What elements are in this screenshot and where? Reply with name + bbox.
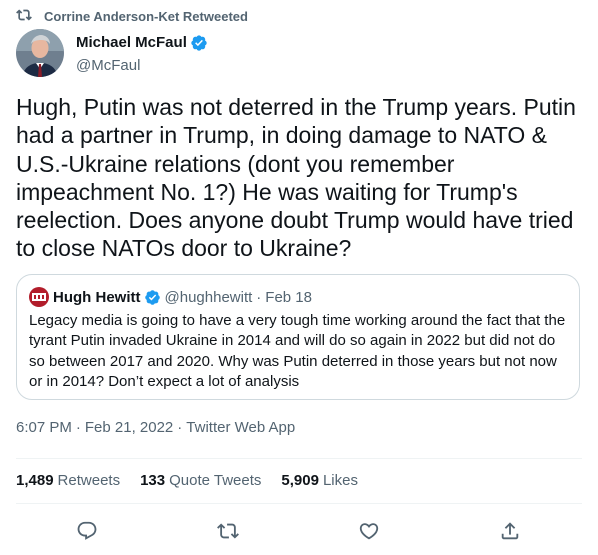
verified-badge-icon bbox=[190, 34, 208, 52]
share-icon[interactable] bbox=[495, 516, 525, 546]
separator-dot: · bbox=[256, 288, 262, 306]
quote-tweets-count: 133 bbox=[140, 472, 166, 489]
tweet-source[interactable]: Twitter Web App bbox=[186, 419, 295, 436]
retweet-icon bbox=[16, 7, 34, 25]
likes-count: 5,909 bbox=[281, 472, 319, 489]
quoted-author-handle: @hughhewitt bbox=[164, 288, 253, 306]
retweets-label: Retweets bbox=[57, 472, 121, 489]
retweeter-link[interactable]: Corrine Anderson-Ket Retweeted bbox=[44, 9, 248, 24]
verified-badge-icon bbox=[144, 289, 161, 306]
author-name[interactable]: Michael McFaul bbox=[76, 34, 187, 51]
author-handle[interactable]: @McFaul bbox=[76, 57, 208, 74]
likes-label: Likes bbox=[322, 472, 358, 489]
retweets-count: 1,489 bbox=[16, 472, 54, 489]
quoted-avatar bbox=[29, 287, 49, 307]
retweets-stat[interactable]: 1,489 Retweets bbox=[16, 472, 120, 489]
quoted-author-name: Hugh Hewitt bbox=[53, 288, 141, 306]
tweet-stats: 1,489 Retweets 133 Quote Tweets 5,909 Li… bbox=[16, 472, 378, 489]
quoted-date: Feb 18 bbox=[265, 288, 312, 306]
reply-icon[interactable] bbox=[72, 516, 102, 546]
quote-tweets-label: Quote Tweets bbox=[169, 472, 262, 489]
separator-dot: · bbox=[75, 419, 81, 436]
quoted-tweet[interactable]: Hugh Hewitt @hughhewitt · Feb 18 Legacy … bbox=[16, 274, 580, 400]
retweet-icon[interactable] bbox=[213, 516, 243, 546]
tweet-actions bbox=[16, 516, 582, 546]
tweet-date[interactable]: Feb 21, 2022 bbox=[85, 419, 173, 436]
tweet-time[interactable]: 6:07 PM bbox=[16, 419, 72, 436]
avatar[interactable] bbox=[16, 29, 64, 77]
separator-dot: · bbox=[177, 419, 183, 436]
tweet-meta: 6:07 PM · Feb 21, 2022 · Twitter Web App bbox=[16, 419, 295, 436]
retweet-context: Corrine Anderson-Ket Retweeted bbox=[16, 7, 248, 25]
quote-tweets-stat[interactable]: 133 Quote Tweets bbox=[140, 472, 261, 489]
quoted-tweet-text: Legacy media is going to have a very tou… bbox=[29, 312, 566, 390]
divider bbox=[16, 503, 582, 504]
tweet-text: Hugh, Putin was not deterred in the Trum… bbox=[16, 94, 583, 262]
tweet-author: Michael McFaul @McFaul bbox=[16, 29, 208, 77]
tweet: Corrine Anderson-Ket Retweeted Michael M… bbox=[0, 0, 598, 555]
likes-stat[interactable]: 5,909 Likes bbox=[281, 472, 358, 489]
divider bbox=[16, 458, 582, 459]
like-icon[interactable] bbox=[354, 516, 384, 546]
